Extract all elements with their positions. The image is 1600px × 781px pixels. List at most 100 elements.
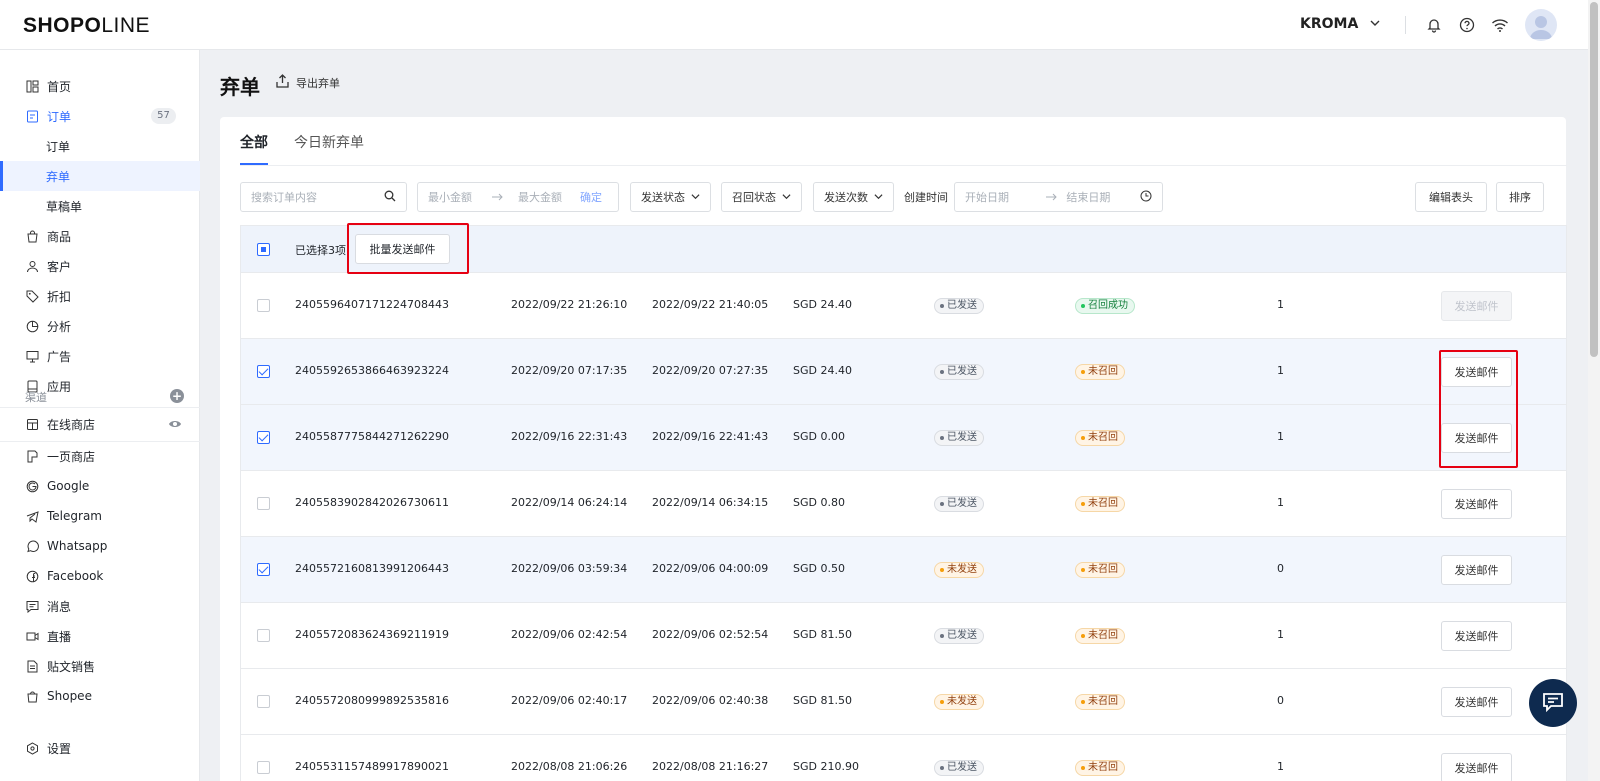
created-time: 2022/09/06 02:42:54 <box>511 628 628 641</box>
created-time: 2022/09/16 22:31:43 <box>511 430 628 443</box>
store-name: KROMA <box>1300 16 1359 32</box>
sidebar-subitem-orders[interactable]: 订单 <box>0 131 200 161</box>
bell-icon[interactable] <box>1424 15 1444 35</box>
sidebar-item-customers[interactable]: 客户 <box>0 251 200 281</box>
start-date-input[interactable]: 开始日期 <box>965 189 1046 205</box>
order-id[interactable]: 2405587775844271262290 <box>295 430 449 443</box>
sidebar-subitem-drafts[interactable]: 草稿单 <box>0 191 200 221</box>
row-checkbox[interactable] <box>257 497 270 510</box>
order-id[interactable]: 2405596407171224708443 <box>295 298 449 311</box>
created-time: 2022/09/22 21:26:10 <box>511 298 628 311</box>
edit-header-button[interactable]: 编辑表头 <box>1415 182 1487 212</box>
sidebar-item-ads[interactable]: 广告 <box>0 341 200 371</box>
table-row[interactable]: 2405592653866463923224 2022/09/20 07:17:3… <box>241 339 1566 405</box>
sidebar-item-facebook[interactable]: Facebook <box>0 561 200 591</box>
recall-status-badge: 未召回 <box>1075 562 1125 578</box>
table-row[interactable]: 2405572080999892535816 2022/09/06 02:40:1… <box>241 669 1566 735</box>
export-abandoned-button[interactable]: 导出弃单 <box>275 74 340 92</box>
abandoned-orders-table: 已选择3项 批量发送邮件 2405596407171224708443 2022/… <box>240 225 1567 781</box>
order-id[interactable]: 2405592653866463923224 <box>295 364 449 377</box>
send-email-button[interactable]: 发送邮件 <box>1441 687 1512 717</box>
sidebar-item-shopee[interactable]: Shopee <box>0 681 200 711</box>
sidebar-item-analytics[interactable]: 分析 <box>0 311 200 341</box>
sidebar-item-discounts[interactable]: 折扣 <box>0 281 200 311</box>
search-input[interactable]: 搜索订单内容 <box>240 182 407 212</box>
wifi-icon[interactable] <box>1490 15 1510 35</box>
row-checkbox[interactable] <box>257 365 270 378</box>
created-time: 2022/09/20 07:17:35 <box>511 364 628 377</box>
select-all-checkbox[interactable] <box>257 243 270 256</box>
amount-confirm-button[interactable]: 确定 <box>580 189 602 205</box>
store-switcher[interactable]: KROMA <box>1300 16 1380 32</box>
send-email-button[interactable]: 发送邮件 <box>1441 753 1512 781</box>
sidebar-item-orders[interactable]: 订单 57 <box>0 101 200 131</box>
tab-today-new[interactable]: 今日新弃单 <box>294 133 364 165</box>
sidebar-item-products[interactable]: 商品 <box>0 221 200 251</box>
send-email-button[interactable]: 发送邮件 <box>1441 357 1512 387</box>
date-range-picker[interactable]: 开始日期 结束日期 <box>954 182 1163 212</box>
order-id[interactable]: 2405583902842026730611 <box>295 496 449 509</box>
send-count: 1 <box>1277 298 1284 311</box>
order-id[interactable]: 2405572083624369211919 <box>295 628 449 641</box>
send-email-button[interactable]: 发送邮件 <box>1441 555 1512 585</box>
sort-button[interactable]: 排序 <box>1496 182 1544 212</box>
send-count-dropdown[interactable]: 发送次数 <box>813 182 894 212</box>
updated-time: 2022/09/14 06:34:15 <box>652 496 769 509</box>
tab-all[interactable]: 全部 <box>240 133 268 165</box>
sidebar-item-whatsapp[interactable]: Whatsapp <box>0 531 200 561</box>
bulk-send-email-button[interactable]: 批量发送邮件 <box>355 234 450 264</box>
send-email-button[interactable]: 发送邮件 <box>1441 423 1512 453</box>
row-checkbox[interactable] <box>257 299 270 312</box>
shopline-logo[interactable]: SHOPOLINE <box>23 14 150 38</box>
recall-status-badge: 未召回 <box>1075 628 1125 644</box>
recall-status-badge: 未召回 <box>1075 430 1125 446</box>
order-id[interactable]: 2405531157489917890021 <box>295 760 449 773</box>
add-channel-icon[interactable]: + <box>170 389 184 403</box>
page-title: 弃单 <box>220 75 260 99</box>
table-row[interactable]: 2405572160813991206443 2022/09/06 03:59:3… <box>241 537 1566 603</box>
post-icon <box>25 659 39 673</box>
sidebar-item-one-page-store[interactable]: 一页商店 <box>0 441 200 471</box>
send-email-button[interactable]: 发送邮件 <box>1441 621 1512 651</box>
sidebar-item-telegram[interactable]: Telegram <box>0 501 200 531</box>
arrow-right-icon <box>1046 191 1058 204</box>
sidebar-item-google[interactable]: Google <box>0 471 200 501</box>
table-row[interactable]: 2405531157489917890021 2022/08/08 21:06:2… <box>241 735 1566 781</box>
help-icon[interactable] <box>1457 15 1477 35</box>
sidebar-item-post-sales[interactable]: 贴文销售 <box>0 651 200 681</box>
send-status-badge: 未发送 <box>934 562 984 578</box>
end-date-input[interactable]: 结束日期 <box>1066 189 1140 205</box>
send-status-badge: 已发送 <box>934 760 984 776</box>
updated-time: 2022/09/16 22:41:43 <box>652 430 769 443</box>
send-email-button[interactable]: 发送邮件 <box>1441 489 1512 519</box>
max-amount-input[interactable]: 最大金额 <box>518 189 580 205</box>
eye-icon[interactable] <box>168 418 182 433</box>
order-id[interactable]: 2405572160813991206443 <box>295 562 449 575</box>
row-checkbox[interactable] <box>257 695 270 708</box>
min-amount-input[interactable]: 最小金额 <box>428 189 492 205</box>
send-status-dropdown[interactable]: 发送状态 <box>630 182 711 212</box>
table-row[interactable]: 2405596407171224708443 2022/09/22 21:26:1… <box>241 273 1566 339</box>
row-checkbox[interactable] <box>257 563 270 576</box>
scrollbar-thumb[interactable] <box>1590 2 1598 357</box>
sidebar-item-live[interactable]: 直播 <box>0 621 200 651</box>
send-count: 0 <box>1277 562 1284 575</box>
table-row[interactable]: 2405587775844271262290 2022/09/16 22:31:4… <box>241 405 1566 471</box>
scrollbar[interactable] <box>1588 0 1600 781</box>
table-row[interactable]: 2405572083624369211919 2022/09/06 02:42:5… <box>241 603 1566 669</box>
sidebar-item-label: Telegram <box>47 509 102 523</box>
chat-button[interactable] <box>1529 679 1577 727</box>
sidebar-item-settings[interactable]: 设置 <box>0 733 200 763</box>
user-avatar[interactable] <box>1525 9 1557 41</box>
send-email-button[interactable]: 发送邮件 <box>1441 291 1512 321</box>
sidebar-subitem-abandoned[interactable]: 弃单 <box>0 161 200 191</box>
sidebar-item-home[interactable]: 首页 <box>0 71 200 101</box>
row-checkbox[interactable] <box>257 629 270 642</box>
recall-status-dropdown[interactable]: 召回状态 <box>721 182 802 212</box>
user-icon <box>25 259 39 273</box>
sidebar-item-messages[interactable]: 消息 <box>0 591 200 621</box>
row-checkbox[interactable] <box>257 761 270 774</box>
table-row[interactable]: 2405583902842026730611 2022/09/14 06:24:1… <box>241 471 1566 537</box>
order-id[interactable]: 2405572080999892535816 <box>295 694 449 707</box>
row-checkbox[interactable] <box>257 431 270 444</box>
